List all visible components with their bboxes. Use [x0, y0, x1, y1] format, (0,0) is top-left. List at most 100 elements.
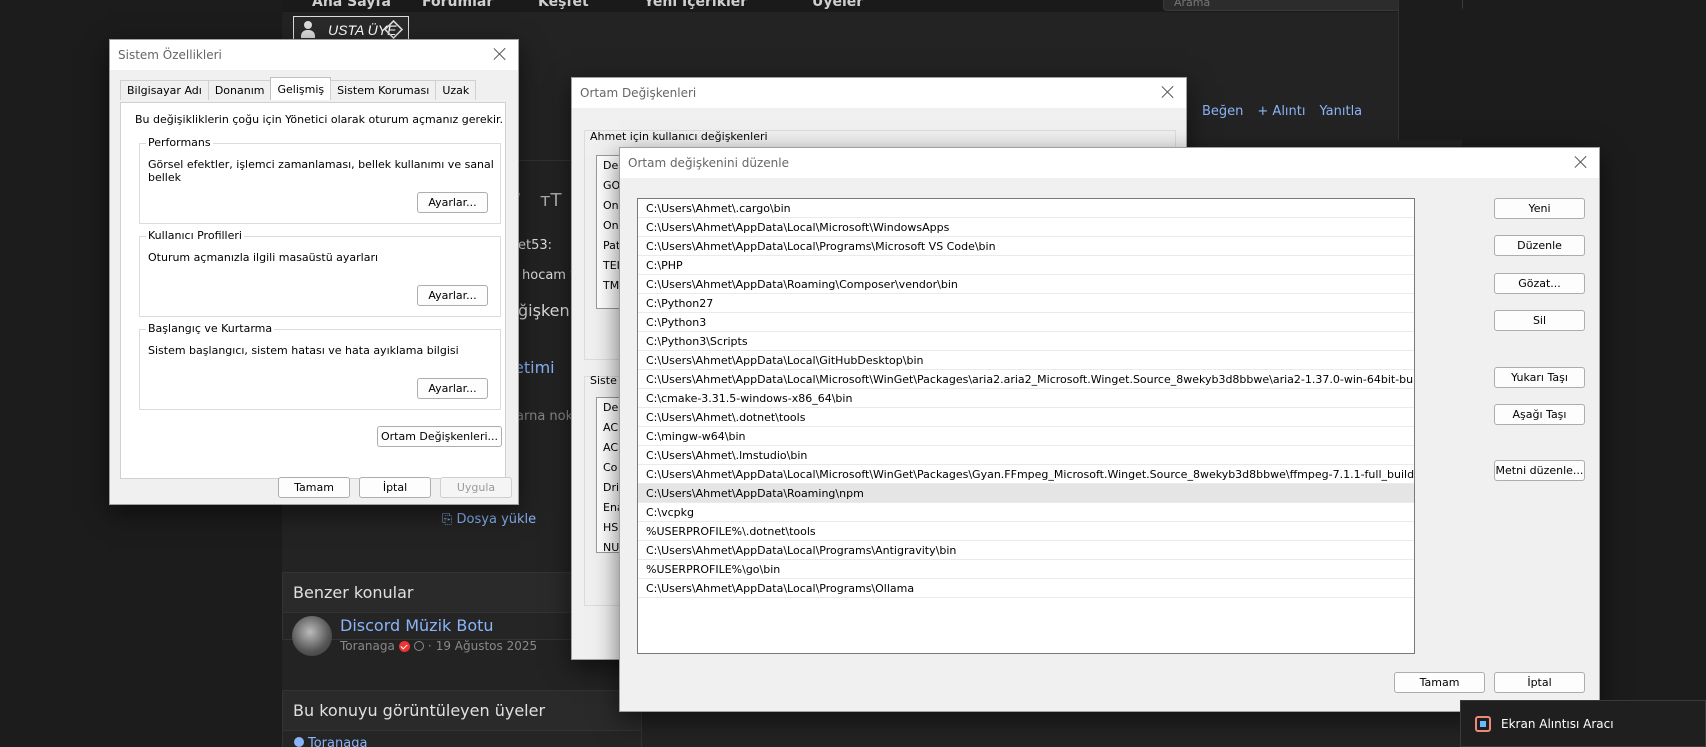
performance-settings-button[interactable]: Ayarlar... — [417, 192, 488, 213]
path-entry-row[interactable]: C:\Users\Ahmet\AppData\Local\Programs\Ol… — [638, 579, 1414, 598]
tab-advanced[interactable]: Gelişmiş — [270, 77, 332, 100]
edit-environment-variable-window: Ortam değişkenini düzenle C:\Users\Ahmet… — [619, 147, 1600, 712]
ok-button[interactable]: Tamam — [278, 477, 350, 498]
startup-recovery-settings-button[interactable]: Ayarlar... — [417, 378, 488, 399]
close-icon[interactable] — [1573, 154, 1589, 170]
forum-post-sidebar — [1398, 0, 1462, 140]
quote-username-fragment: et53: — [518, 238, 553, 253]
thread-author[interactable]: Toranaga — [340, 639, 395, 653]
clock-icon — [413, 641, 424, 651]
tab-remote[interactable]: Uzak — [435, 80, 477, 100]
quote-button[interactable]: + Alıntı — [1257, 104, 1305, 119]
group-description: Görsel efektler, işlemci zamanlaması, be… — [148, 158, 494, 184]
group-label: Başlangıç ve Kurtarma — [146, 322, 275, 335]
tab-system-protection[interactable]: Sistem Koruması — [330, 80, 437, 100]
window-title-bar: Ortam Değişkenleri — [572, 78, 1186, 108]
nav-home[interactable]: Ana Sayfa — [312, 0, 391, 10]
button-label: Düzenle — [1517, 239, 1562, 252]
nav-new-content[interactable]: Yeni İçerikler — [644, 0, 747, 10]
text-size-icon[interactable]: тT — [540, 190, 561, 211]
path-entry-row[interactable]: C:\Users\Ahmet\AppData\Local\Microsoft\W… — [638, 218, 1414, 237]
snipping-tool-notification[interactable]: Ekran Alıntısı Aracı — [1460, 700, 1706, 747]
avatar[interactable] — [292, 616, 332, 656]
performance-group: Performans Görsel efektler, işlemci zama… — [139, 136, 501, 224]
path-entry-row[interactable]: C:\PHP — [638, 256, 1414, 275]
nav-forums[interactable]: Forumlar — [422, 0, 493, 10]
search-placeholder: Arama — [1174, 0, 1211, 9]
path-entry-row[interactable]: C:\vcpkg — [638, 503, 1414, 522]
path-entry-row[interactable]: %USERPROFILE%\.dotnet\tools — [638, 522, 1414, 541]
nav-discover[interactable]: Keşfet — [538, 0, 589, 10]
path-entry-row[interactable]: C:\cmake-3.31.5-windows-x86_64\bin — [638, 389, 1414, 408]
cancel-button[interactable]: İptal — [359, 477, 431, 498]
ok-button[interactable]: Tamam — [1394, 672, 1485, 693]
verified-icon — [398, 640, 410, 652]
close-icon[interactable] — [492, 46, 508, 62]
tab-strip: Bilgisayar Adı Donanım Gelişmiş Sistem K… — [120, 77, 477, 100]
button-label: Yukarı Taşı — [1511, 371, 1568, 384]
snipping-tool-icon — [1475, 715, 1491, 732]
edit-button[interactable]: Düzenle — [1494, 235, 1585, 256]
upload-file-button[interactable]: ⎘ Dosya yükle — [442, 512, 536, 527]
button-label: Uygula — [456, 481, 496, 494]
hint-fragment: arna nok — [516, 409, 574, 424]
path-entry-row[interactable]: C:\mingw-w64\bin — [638, 427, 1414, 446]
path-entry-row[interactable]: C:\Users\Ahmet\.lmstudio\bin — [638, 446, 1414, 465]
user-profiles-group: Kullanıcı Profilleri Oturum açmanızla il… — [139, 229, 501, 317]
cancel-button[interactable]: İptal — [1494, 672, 1585, 693]
path-entry-row[interactable]: C:\Users\Ahmet\.cargo\bin — [638, 199, 1414, 218]
button-label: Sil — [1532, 314, 1547, 327]
post-actions: Beğen + Alıntı Yanıtla — [1202, 104, 1362, 119]
person-icon — [300, 21, 316, 38]
button-label: Ortam Değişkenleri... — [380, 430, 499, 443]
window-title: Ortam Değişkenleri — [580, 86, 697, 100]
heading-fragment: etimi — [514, 358, 555, 377]
notification-text: Ekran Alıntısı Aracı — [1501, 716, 1614, 731]
path-entry-row[interactable]: C:\Python3\Scripts — [638, 332, 1414, 351]
apply-button[interactable]: Uygula — [440, 477, 512, 498]
window-title-bar: Sistem Özellikleri — [110, 40, 518, 70]
editor-toolbar: I тT — [515, 190, 562, 211]
edit-text-button[interactable]: Metni düzenle... — [1494, 460, 1585, 481]
startup-recovery-group: Başlangıç ve Kurtarma Sistem başlangıcı,… — [139, 322, 501, 410]
similar-thread-item[interactable]: Discord Müzik Botu Toranaga · 19 Ağustos… — [292, 616, 537, 656]
user-profiles-settings-button[interactable]: Ayarlar... — [417, 285, 488, 306]
path-entry-row[interactable]: C:\Users\Ahmet\AppData\Roaming\Composer\… — [638, 275, 1414, 294]
thread-title[interactable]: Discord Müzik Botu — [340, 616, 537, 635]
user-variables-label: Ahmet için kullanıcı değişkenleri — [590, 130, 768, 143]
tab-computer-name[interactable]: Bilgisayar Adı — [120, 80, 209, 100]
path-entry-row[interactable]: C:\Users\Ahmet\AppData\Local\Microsoft\W… — [638, 465, 1414, 484]
path-entry-row[interactable]: C:\Users\Ahmet\AppData\Local\Programs\Mi… — [638, 237, 1414, 256]
path-entry-row[interactable]: C:\Python27 — [638, 294, 1414, 313]
reply-button[interactable]: Yanıtla — [1320, 104, 1363, 119]
group-label: Kullanıcı Profilleri — [146, 229, 244, 242]
path-entry-row[interactable]: C:\Python3 — [638, 313, 1414, 332]
button-label: Tamam — [1419, 676, 1460, 689]
path-entry-row[interactable]: C:\Users\Ahmet\AppData\Roaming\npm — [638, 484, 1414, 503]
path-entry-row[interactable]: C:\Users\Ahmet\.dotnet\tools — [638, 408, 1414, 427]
path-entries-list[interactable]: C:\Users\Ahmet\.cargo\bin C:\Users\Ahmet\… — [637, 198, 1415, 654]
group-description: Sistem başlangıcı, sistem hatası ve hata… — [148, 344, 459, 357]
new-button[interactable]: Yeni — [1494, 198, 1585, 219]
button-label: Yeni — [1528, 202, 1551, 215]
viewer-name[interactable]: Toranaga — [308, 736, 367, 747]
button-label: İptal — [382, 481, 408, 494]
path-entry-row[interactable]: C:\Users\Ahmet\AppData\Local\Programs\An… — [638, 541, 1414, 560]
delete-button[interactable]: Sil — [1494, 310, 1585, 331]
button-label: Ayarlar... — [428, 382, 477, 395]
environment-variables-button[interactable]: Ortam Değişkenleri... — [377, 426, 502, 447]
button-label: Tamam — [294, 481, 334, 494]
viewer-user-link[interactable]: Toranaga — [294, 736, 367, 747]
move-up-button[interactable]: Yukarı Taşı — [1494, 367, 1585, 388]
browse-button[interactable]: Gözat... — [1494, 273, 1585, 294]
path-entry-row[interactable]: C:\Users\Ahmet\AppData\Local\GitHubDeskt… — [638, 351, 1414, 370]
path-entry-row[interactable]: %USERPROFILE%\go\bin — [638, 560, 1414, 579]
move-down-button[interactable]: Aşağı Taşı — [1494, 404, 1585, 425]
button-label: Metni düzenle... — [1495, 464, 1584, 477]
tab-hardware[interactable]: Donanım — [207, 80, 272, 100]
nav-members[interactable]: Üyeler — [812, 0, 863, 10]
thread-meta: Toranaga · 19 Ağustos 2025 — [340, 639, 538, 653]
close-icon[interactable] — [1160, 84, 1176, 100]
path-entry-row[interactable]: C:\Users\Ahmet\AppData\Local\Microsoft\W… — [638, 370, 1414, 389]
like-button[interactable]: Beğen — [1202, 104, 1243, 119]
